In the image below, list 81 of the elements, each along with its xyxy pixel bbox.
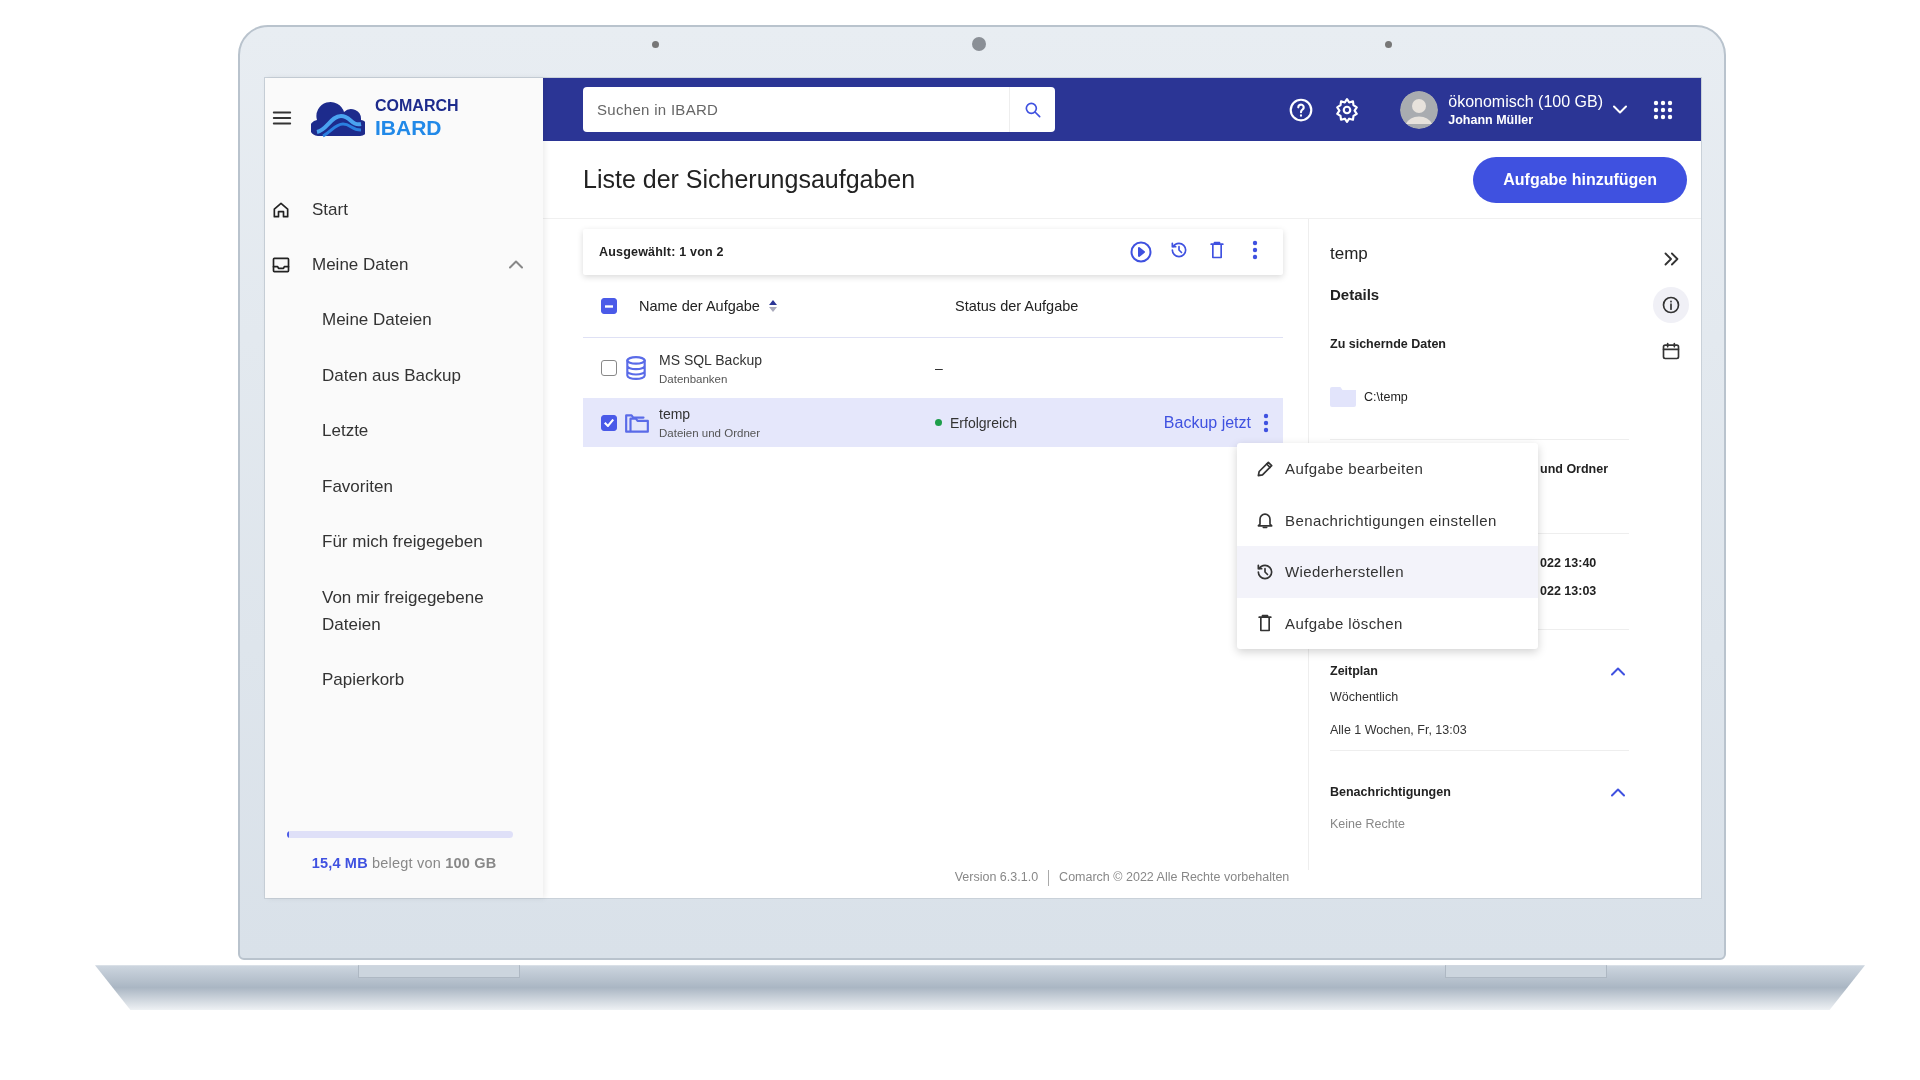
detail-text: Wöchentlich (1330, 689, 1400, 705)
apps-button[interactable] (1653, 99, 1673, 120)
sensor-icon (1385, 41, 1392, 48)
task-type: Datenbanken (659, 372, 729, 385)
brand-name: COMARCH (375, 98, 459, 114)
task-type: Dateien und Ordner (659, 427, 761, 439)
version-text: Version 6.3.1.0 (954, 870, 1039, 884)
nav-item[interactable]: Start (265, 182, 543, 237)
menu-item[interactable]: Aufgabe löschen (1237, 597, 1538, 649)
section-toggle[interactable] (1611, 787, 1625, 797)
section-heading: Benachrichtigungen (1330, 784, 1451, 800)
help-button[interactable] (1288, 96, 1315, 123)
product-name: IBARD (375, 117, 443, 138)
panel-title: temp (1330, 244, 1369, 264)
detail-text: 022 13:03 (1540, 583, 1598, 599)
history-icon (1169, 240, 1189, 260)
task-name: MS SQL Backup (659, 351, 763, 368)
selection-count: Ausgewählt: 1 von 2 (599, 245, 724, 259)
trash-icon (1255, 613, 1275, 634)
nav-subitem[interactable]: Von mir freigegebene Dateien (265, 569, 543, 652)
storage-text: 15,4 MB belegt von 100 GB (310, 855, 498, 871)
bell-icon (1255, 510, 1275, 531)
backup-now-link[interactable]: Backup jetzt (1163, 413, 1251, 432)
more-icon (1252, 240, 1258, 260)
folder-icon (1330, 387, 1356, 407)
checkmark-icon (604, 418, 614, 427)
sensor-icon (652, 41, 659, 48)
settings-button[interactable] (1334, 96, 1361, 123)
row-menu-button[interactable] (1263, 412, 1269, 433)
search-field[interactable]: Suchen in IBARD (583, 87, 1009, 132)
account-menu[interactable]: ökonomisch (100 GB) Johann Müller (1400, 90, 1627, 129)
column-header[interactable]: Status der Aufgabe (955, 298, 1079, 314)
section-heading: Zu sichernde Daten (1330, 336, 1447, 352)
nav-item[interactable]: Meine Daten (265, 237, 543, 292)
help-icon (1288, 96, 1315, 123)
avatar-icon (1400, 90, 1439, 129)
page-title: Liste der Sicherungsaufgaben (583, 165, 916, 194)
run-button[interactable] (1129, 240, 1153, 264)
detail-text: Keine Rechte (1330, 816, 1407, 832)
minus-icon (605, 304, 613, 308)
nav-subitem[interactable]: Papierkorb (265, 652, 543, 708)
detail-text: 022 13:40 (1540, 555, 1598, 571)
play-circle-icon (1129, 240, 1153, 264)
calendar-icon (1661, 341, 1681, 361)
pencil-icon (1255, 458, 1275, 479)
chevron-down-icon (1613, 105, 1627, 114)
detail-text: und Ordner (1540, 461, 1610, 477)
chevron-up-icon (509, 260, 523, 269)
menu-item[interactable]: Wiederherstellen (1237, 546, 1538, 598)
section-heading: Zeitplan (1330, 663, 1378, 679)
more-icon (1263, 412, 1269, 433)
row-checkbox[interactable] (601, 414, 617, 431)
info-icon (1661, 295, 1681, 315)
info-button[interactable] (1653, 287, 1689, 323)
search-button[interactable] (1009, 87, 1055, 132)
menu-item[interactable]: Aufgabe bearbeiten (1237, 443, 1538, 495)
nav-subitem[interactable]: Für mich freigegeben (265, 514, 543, 570)
task-status: – (935, 360, 943, 376)
nav-subitem[interactable]: Favoriten (265, 458, 543, 514)
add-task-button[interactable]: Aufgabe hinzufügen (1473, 156, 1687, 203)
nav-subitem[interactable]: Daten aus Backup (265, 347, 543, 403)
apps-grid-icon (1653, 99, 1673, 120)
detail-text: Alle 1 Wochen, Fr, 13:03 (1330, 722, 1468, 738)
database-icon (623, 355, 649, 381)
task-name: temp (659, 406, 692, 422)
menu-item[interactable]: Benachrichtigungen einstellen (1237, 494, 1538, 546)
nav-subitem[interactable]: Meine Dateien (265, 292, 543, 348)
nav-subitem[interactable]: Letzte (265, 403, 543, 459)
settings-icon (1334, 96, 1361, 123)
column-header[interactable]: Name der Aufgabe (639, 298, 778, 314)
panel-heading: Details (1330, 285, 1381, 305)
task-status: Erfolgreich (950, 414, 1017, 431)
camera-icon (972, 37, 986, 51)
path-text: C:\temp (1364, 390, 1408, 404)
chevron-up-icon (1611, 666, 1625, 676)
row-checkbox[interactable] (601, 360, 617, 376)
trash-icon (1207, 240, 1227, 260)
section-toggle[interactable] (1611, 666, 1625, 676)
select-all-checkbox[interactable] (601, 298, 617, 314)
copyright-text: Comarch © 2022 Alle Rechte vorbehalten (1059, 870, 1290, 884)
chevron-up-icon (1611, 787, 1625, 797)
